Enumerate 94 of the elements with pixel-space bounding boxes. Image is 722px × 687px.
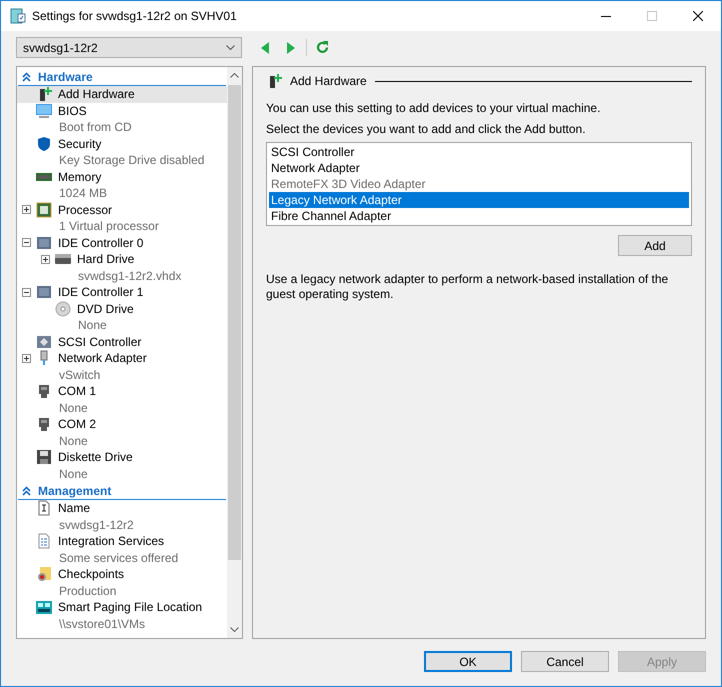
checklist-icon bbox=[36, 533, 52, 550]
tree-item-label: Processor bbox=[58, 202, 112, 217]
chevron-down-icon bbox=[226, 45, 235, 50]
tree-item-label: Checkpoints bbox=[58, 567, 124, 582]
tree-item[interactable]: Integration Services bbox=[17, 533, 227, 550]
device-list-item[interactable]: Legacy Network Adapter bbox=[269, 192, 689, 208]
tree-item[interactable]: IDE Controller 0 bbox=[17, 234, 227, 251]
tree-item-detail: vSwitch bbox=[58, 366, 102, 383]
tree-item-detail: None bbox=[77, 317, 108, 334]
scroll-down-icon bbox=[230, 627, 239, 632]
tree-item-detail: \\svstore01\VMs bbox=[58, 616, 146, 632]
serial-port-icon bbox=[36, 383, 52, 400]
collapse-icon[interactable] bbox=[22, 288, 30, 297]
tree-item-detail: None bbox=[58, 466, 89, 482]
monitor-icon bbox=[36, 102, 52, 119]
collapse-icon[interactable] bbox=[22, 238, 30, 248]
instruction-text: Select the devices you want to add and click the Add button. bbox=[266, 122, 587, 137]
tree-item[interactable]: Diskette Drive bbox=[17, 449, 227, 466]
section-title: Management bbox=[38, 484, 112, 498]
tree-item[interactable]: Smart Paging File Location bbox=[17, 599, 227, 616]
tree-item[interactable]: Name bbox=[17, 500, 227, 516]
expand-icon[interactable] bbox=[22, 205, 30, 214]
add-button[interactable]: Add bbox=[618, 235, 692, 256]
panel-heading: Add Hardware bbox=[290, 74, 367, 88]
disc-icon bbox=[55, 300, 71, 317]
tree-item-label: COM 1 bbox=[58, 384, 96, 398]
window-title: Settings for svwdsg1-12r2 on SVHV01 bbox=[32, 9, 238, 23]
description-text: Use a legacy network adapter to perform a network-based installation of the guest operating system. bbox=[266, 272, 670, 302]
tree-item-label: Memory bbox=[58, 170, 102, 184]
scrollbar[interactable] bbox=[227, 67, 242, 638]
close-icon bbox=[693, 11, 703, 21]
tree-item-label: Hard Drive bbox=[77, 252, 134, 266]
tree-item-label: Smart Paging File Location bbox=[58, 600, 202, 614]
vm-selector[interactable]: svwdsg1-12r2 bbox=[16, 37, 242, 58]
triangle-left-icon bbox=[261, 42, 269, 54]
device-list-item[interactable]: Network Adapter bbox=[269, 160, 689, 176]
tree-item-detail: 1024 MB bbox=[58, 185, 108, 202]
tree-item-detail: Some services offered bbox=[58, 550, 180, 566]
tree-item-label: IDE Controller 1 bbox=[58, 285, 144, 300]
dialog-button[interactable]: Cancel bbox=[521, 651, 609, 672]
expand-icon[interactable] bbox=[22, 354, 30, 363]
device-list-item[interactable]: SCSI Controller bbox=[269, 144, 689, 160]
shield-icon bbox=[36, 136, 52, 152]
tree-item[interactable]: DVD Drive bbox=[17, 300, 227, 317]
tree-item-detail: Production bbox=[58, 582, 118, 599]
tree-item[interactable]: BIOS bbox=[17, 102, 227, 119]
controller-icon bbox=[36, 234, 52, 251]
serial-port-icon bbox=[36, 416, 52, 432]
tree-item[interactable]: Memory bbox=[17, 168, 227, 185]
tree-item-label: Add Hardware bbox=[58, 87, 135, 102]
tree-item[interactable]: Network Adapter bbox=[17, 350, 227, 366]
section-title: Hardware bbox=[38, 70, 93, 84]
tree-item-label: Security bbox=[58, 136, 102, 151]
dialog-button[interactable]: OK bbox=[424, 651, 512, 672]
scroll-up-icon bbox=[230, 73, 239, 78]
triangle-right-icon bbox=[287, 42, 295, 54]
tree-item-detail: 1 Virtual processor bbox=[58, 218, 160, 234]
tree-item-label: Name bbox=[58, 501, 90, 516]
text-cursor-icon bbox=[36, 500, 52, 516]
section-header[interactable]: Management bbox=[18, 482, 226, 500]
tree-item-detail: Key Storage Drive disabled bbox=[58, 152, 206, 168]
tree-item-detail: svwdsg1-12r2.vhdx bbox=[77, 268, 182, 284]
tree-item-detail: Boot from CD bbox=[58, 119, 133, 136]
tree-item-label: SCSI Controller bbox=[58, 334, 142, 349]
tree-item-label: Integration Services bbox=[58, 534, 164, 548]
tree-item-label: Diskette Drive bbox=[58, 450, 133, 464]
tree-item[interactable]: Security bbox=[17, 136, 227, 152]
tree-item-label: DVD Drive bbox=[77, 302, 134, 316]
tree-item[interactable]: COM 2 bbox=[17, 416, 227, 432]
tree-item[interactable]: Add Hardware bbox=[17, 86, 227, 102]
tree-item-detail: None bbox=[58, 432, 89, 449]
tree-item[interactable]: Hard Drive bbox=[17, 251, 227, 268]
processor-chip-icon bbox=[36, 202, 52, 218]
maximize-icon bbox=[647, 11, 657, 21]
tree-item[interactable]: SCSI Controller bbox=[17, 334, 227, 350]
refresh-icon bbox=[316, 41, 328, 54]
folder-clock-icon bbox=[36, 566, 52, 582]
scsi-controller-icon bbox=[36, 334, 52, 350]
tree-item-label: IDE Controller 0 bbox=[58, 236, 144, 250]
device-list-item[interactable]: Fibre Channel Adapter bbox=[269, 208, 689, 224]
paging-file-icon bbox=[36, 599, 52, 616]
tree-item[interactable]: Processor bbox=[17, 202, 227, 218]
intro-text: You can use this setting to add devices to your virtual machine. bbox=[266, 101, 602, 116]
tree-item-label: BIOS bbox=[58, 104, 87, 118]
tree-item-label: COM 2 bbox=[58, 417, 96, 432]
settings-window-icon bbox=[10, 8, 26, 24]
tree-item[interactable]: COM 1 bbox=[17, 383, 227, 400]
tree-item[interactable]: IDE Controller 1 bbox=[17, 284, 227, 300]
controller-icon bbox=[36, 284, 52, 300]
tree-item[interactable]: Checkpoints bbox=[17, 566, 227, 582]
tree-item-detail: svwdsg1-12r2 bbox=[58, 516, 135, 533]
tree-item-label: Network Adapter bbox=[58, 351, 147, 366]
expand-icon[interactable] bbox=[40, 254, 50, 264]
tree-item-detail: None bbox=[58, 400, 89, 416]
